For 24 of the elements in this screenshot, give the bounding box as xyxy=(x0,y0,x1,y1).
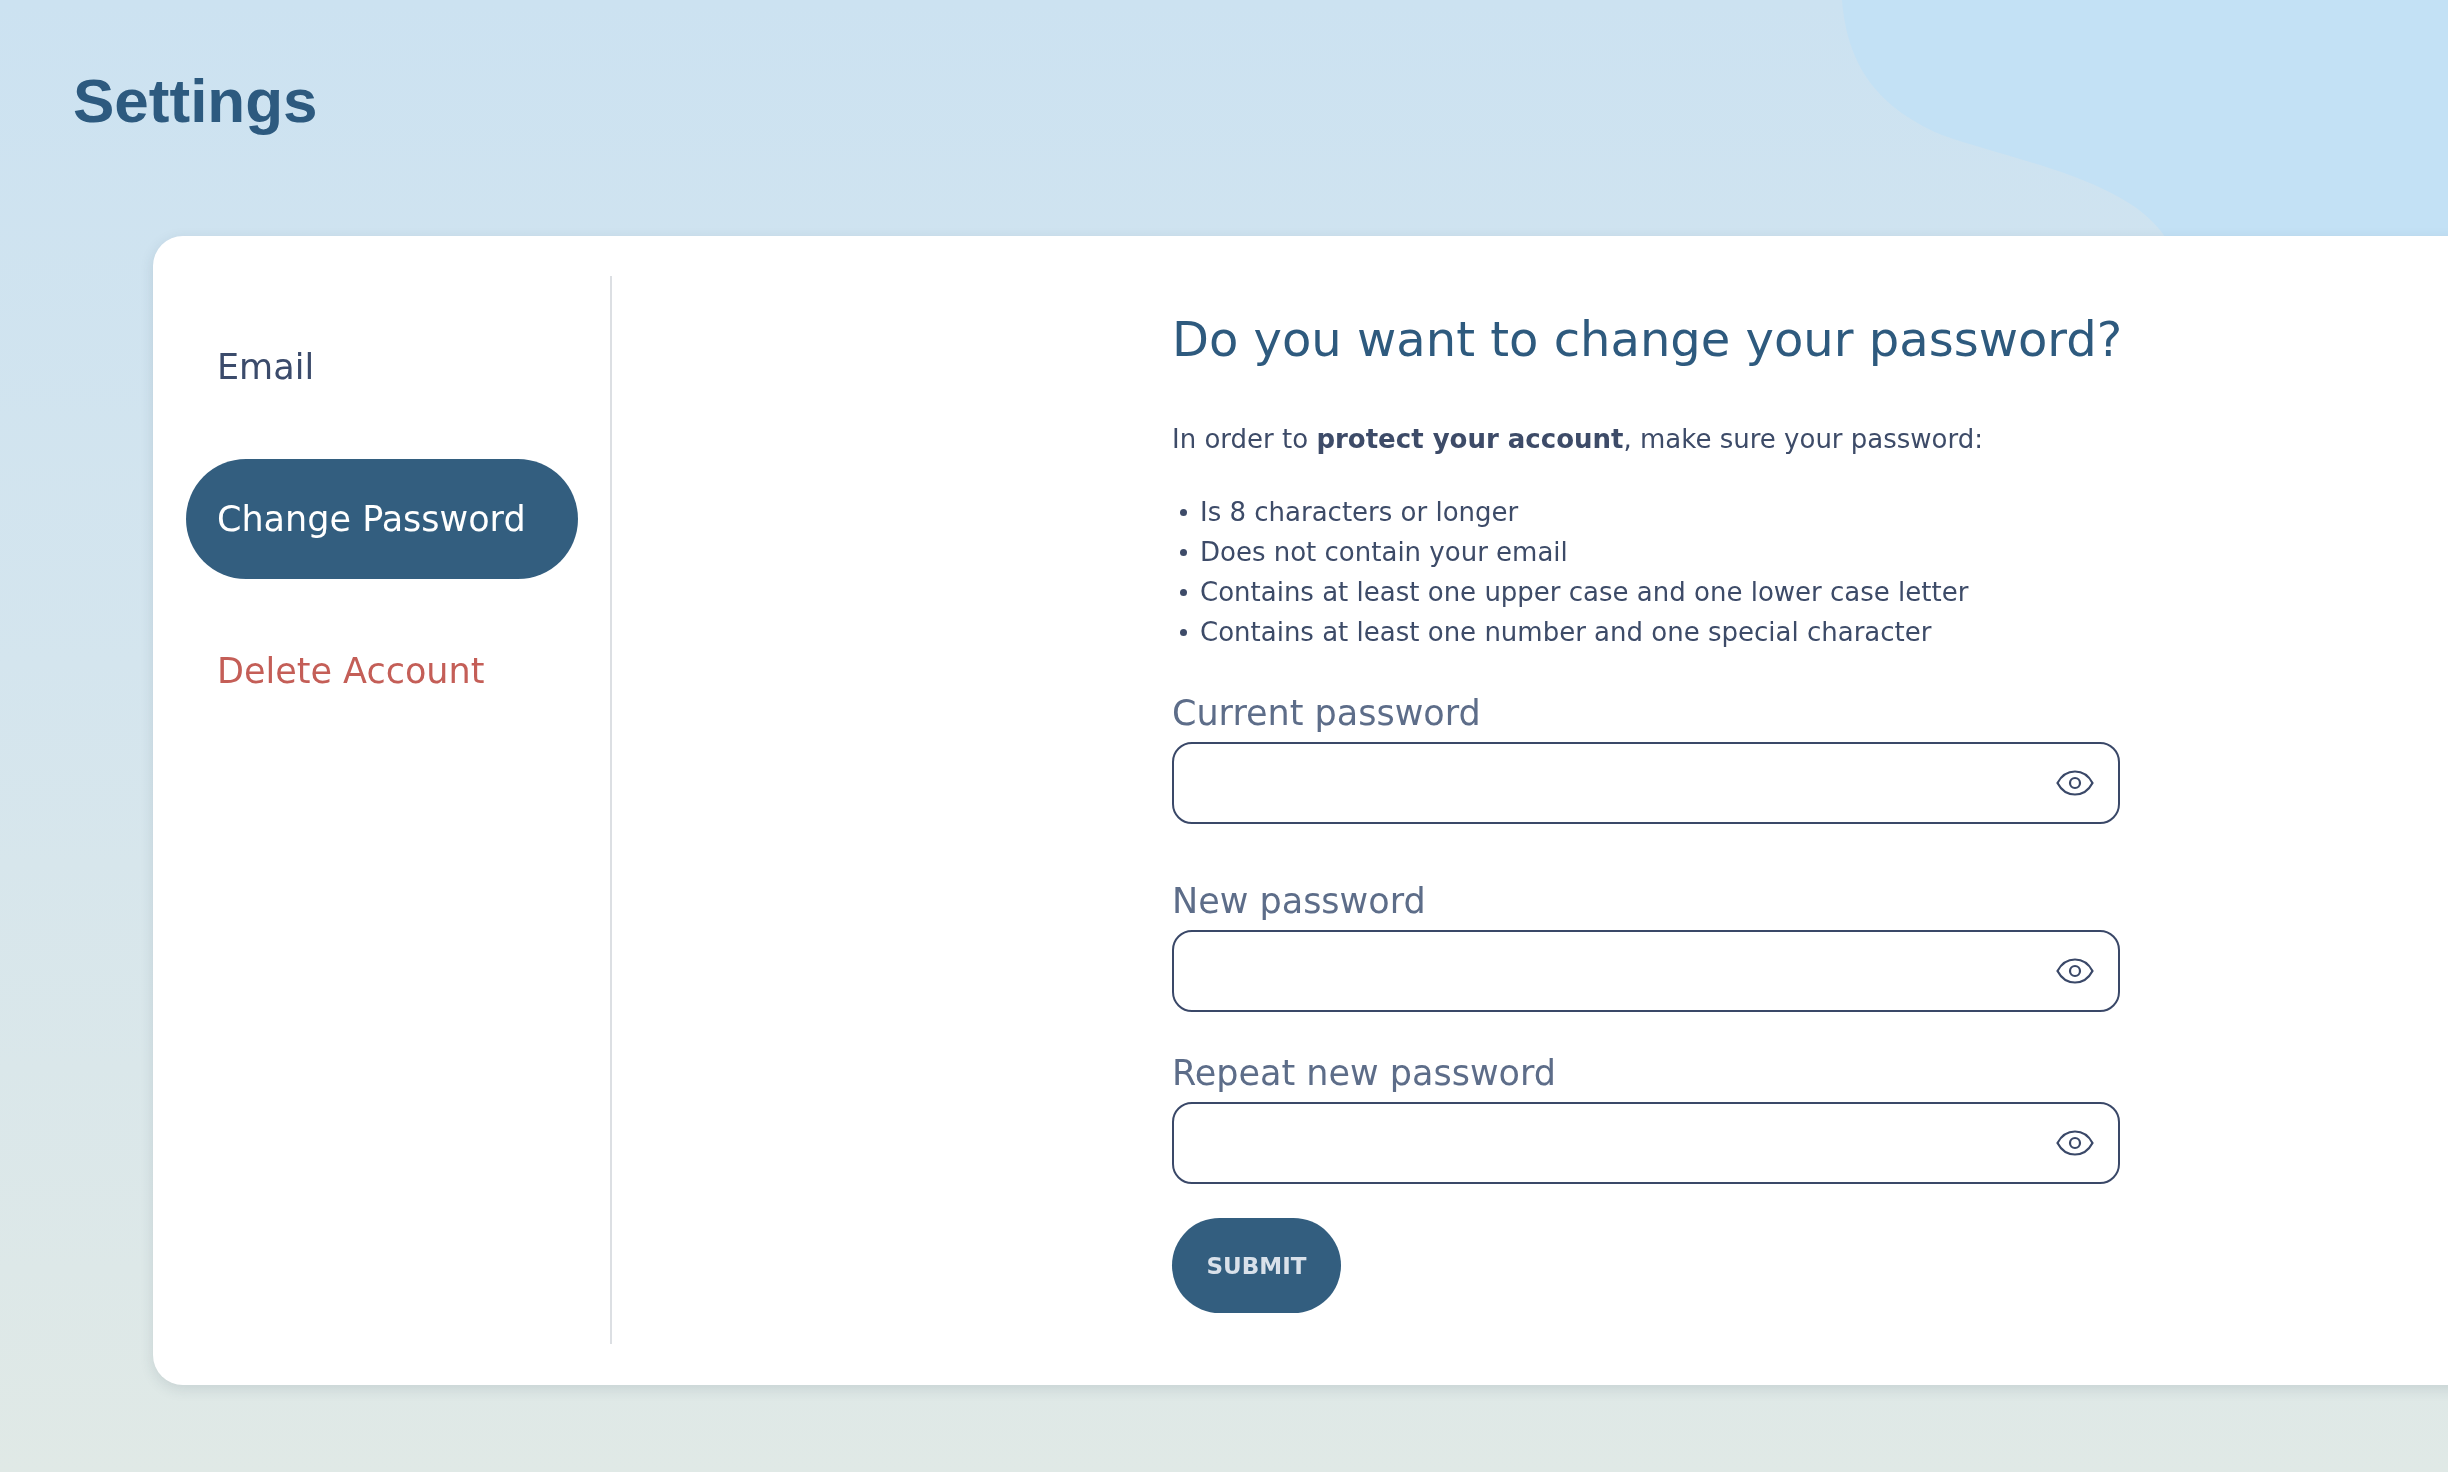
bullet-icon xyxy=(1180,628,1187,636)
rule-text: Contains at least one upper case and one lower case letter xyxy=(1200,576,1969,609)
bullet-icon xyxy=(1180,548,1187,556)
show-password-icon[interactable] xyxy=(2056,958,2094,984)
field-label: Repeat new password xyxy=(1172,1052,1556,1095)
bullet-icon xyxy=(1180,588,1187,596)
password-field[interactable] xyxy=(1172,1102,2120,1184)
form-heading: Do you want to change your password? xyxy=(1172,310,2120,368)
sidebar-item[interactable]: Change Password xyxy=(186,459,578,579)
rule-text: Is 8 characters or longer xyxy=(1200,496,1519,529)
password-field[interactable] xyxy=(1172,930,2120,1012)
sidebar-item[interactable]: Email xyxy=(217,345,315,389)
rule-text: Does not contain your email xyxy=(1200,536,1568,569)
field-label: Current password xyxy=(1172,692,1481,735)
show-password-icon[interactable] xyxy=(2056,770,2094,796)
show-password-icon[interactable] xyxy=(2056,1130,2094,1156)
sidebar-item[interactable]: Delete Account xyxy=(217,649,485,693)
intro-text: In order to protect your account, make sure your password: xyxy=(1172,423,1984,456)
rule-text: Contains at least one number and one special character xyxy=(1200,616,1932,649)
submit-button[interactable]: SUBMIT xyxy=(1172,1218,1341,1313)
page-title: Settings xyxy=(73,65,318,137)
field-label: New password xyxy=(1172,880,1426,923)
password-field[interactable] xyxy=(1172,742,2120,824)
bullet-icon xyxy=(1180,508,1187,516)
